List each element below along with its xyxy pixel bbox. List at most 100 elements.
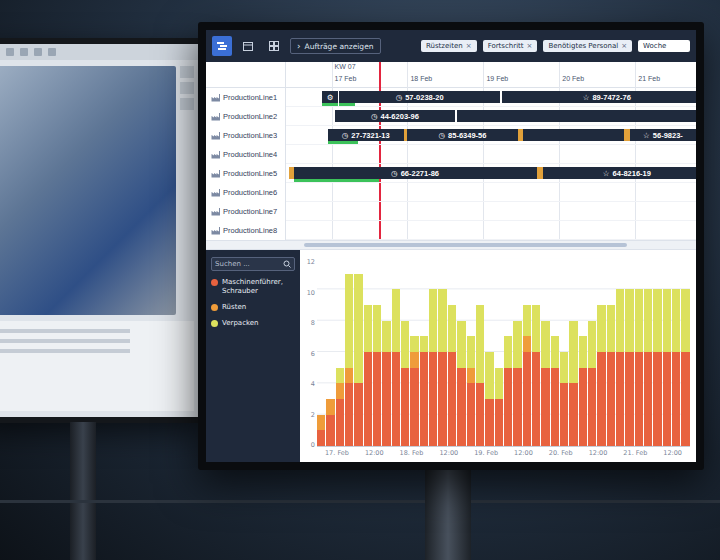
cad-body xyxy=(0,60,200,321)
tool-icon[interactable] xyxy=(48,48,56,56)
legend-item[interactable]: Verpacken xyxy=(211,319,295,328)
stacked-bar[interactable] xyxy=(485,258,493,446)
setup-block[interactable] xyxy=(289,167,294,179)
stacked-bar[interactable] xyxy=(345,258,353,446)
stacked-bar[interactable] xyxy=(579,258,587,446)
remove-icon[interactable]: × xyxy=(621,42,627,50)
stacked-bar[interactable] xyxy=(523,258,531,446)
stacked-bar[interactable] xyxy=(513,258,521,446)
stacked-bar[interactable] xyxy=(392,258,400,446)
legend-item[interactable]: Maschinenführer, Schrauber xyxy=(211,278,295,296)
stacked-bar[interactable] xyxy=(336,258,344,446)
line-name-row[interactable]: ProductionLine3 xyxy=(206,126,285,145)
tool-icon[interactable] xyxy=(20,48,28,56)
stacked-bar[interactable] xyxy=(541,258,549,446)
stacked-bar[interactable] xyxy=(373,258,381,446)
stacked-bar[interactable] xyxy=(663,258,671,446)
show-orders-button[interactable]: ›Aufträge anzeigen xyxy=(290,38,381,54)
stacked-bar[interactable] xyxy=(681,258,689,446)
stacked-bar[interactable] xyxy=(410,258,418,446)
stacked-bar[interactable] xyxy=(569,258,577,446)
stacked-bar[interactable] xyxy=(467,258,475,446)
stacked-bar[interactable] xyxy=(429,258,437,446)
order-bar[interactable] xyxy=(523,129,624,141)
tool-icon[interactable] xyxy=(180,66,194,78)
order-bar[interactable]: ◷66-2271-86 xyxy=(294,167,537,179)
stacked-bar[interactable] xyxy=(495,258,503,446)
filter-chip[interactable]: Fortschritt× xyxy=(483,40,538,52)
scroll-thumb[interactable] xyxy=(304,243,627,247)
stacked-bar[interactable] xyxy=(317,258,325,446)
stacked-bar[interactable] xyxy=(625,258,633,446)
filter-chip[interactable]: Rüstzeiten× xyxy=(421,40,477,52)
bar-segment xyxy=(504,336,512,367)
range-select[interactable]: Woche xyxy=(638,40,690,52)
bar-segment xyxy=(597,352,605,446)
stacked-bar[interactable] xyxy=(448,258,456,446)
bar-segment xyxy=(485,399,493,446)
search-input[interactable] xyxy=(215,260,280,268)
stacked-bar[interactable] xyxy=(597,258,605,446)
order-bar[interactable]: ◷85-6349-56 xyxy=(407,129,517,141)
order-bar[interactable]: ◷44-6203-96 xyxy=(335,110,454,122)
view-button[interactable] xyxy=(264,36,284,56)
bar-segment xyxy=(326,415,334,446)
stacked-bar[interactable] xyxy=(354,258,362,446)
order-bar[interactable]: ◷27-7321-13 xyxy=(328,129,404,141)
timeline[interactable]: KW 0717 Feb18 Feb19 Feb20 Feb21 Feb⚙◷57-… xyxy=(286,62,696,240)
setup-block[interactable] xyxy=(537,167,543,179)
stacked-bar[interactable] xyxy=(457,258,465,446)
stacked-bar[interactable] xyxy=(420,258,428,446)
stacked-bar[interactable] xyxy=(560,258,568,446)
stacked-bar[interactable] xyxy=(588,258,596,446)
order-bar[interactable] xyxy=(457,110,696,122)
order-bar[interactable]: ☆89-7472-76 xyxy=(502,91,696,103)
view-button[interactable] xyxy=(238,36,258,56)
range-value: Woche xyxy=(643,42,666,50)
stacked-bar[interactable] xyxy=(532,258,540,446)
order-bar[interactable]: ⚙ xyxy=(322,91,337,103)
line-name-row[interactable]: ProductionLine6 xyxy=(206,183,285,202)
stacked-bar[interactable] xyxy=(653,258,661,446)
stacked-bar[interactable] xyxy=(326,258,334,446)
stacked-bar[interactable] xyxy=(644,258,652,446)
stacked-bar[interactable] xyxy=(607,258,615,446)
line-name-row[interactable]: ProductionLine4 xyxy=(206,145,285,164)
remove-icon[interactable]: × xyxy=(527,42,533,50)
stacked-bar[interactable] xyxy=(438,258,446,446)
setup-block[interactable] xyxy=(624,129,630,141)
cad-screen xyxy=(0,44,200,417)
stacked-bar[interactable] xyxy=(476,258,484,446)
order-bar[interactable]: ☆56-9823- xyxy=(630,129,696,141)
order-bar[interactable]: ☆64-8216-19 xyxy=(543,167,696,179)
bar-segment xyxy=(532,305,540,352)
tool-icon[interactable] xyxy=(180,82,194,94)
tool-icon[interactable] xyxy=(6,48,14,56)
stacked-bar[interactable] xyxy=(364,258,372,446)
search-field[interactable] xyxy=(211,257,295,271)
setup-block[interactable] xyxy=(404,129,408,141)
stacked-bar[interactable] xyxy=(401,258,409,446)
stacked-bar[interactable] xyxy=(382,258,390,446)
view-button[interactable] xyxy=(212,36,232,56)
line-name-row[interactable]: ProductionLine5 xyxy=(206,164,285,183)
panel-line xyxy=(0,329,130,333)
remove-icon[interactable]: × xyxy=(466,42,472,50)
line-name-row[interactable]: ProductionLine7 xyxy=(206,202,285,221)
setup-block[interactable] xyxy=(518,129,523,141)
line-name-row[interactable]: ProductionLine8 xyxy=(206,221,285,240)
legend-item[interactable]: Rüsten xyxy=(211,303,295,312)
stacked-bar[interactable] xyxy=(635,258,643,446)
stacked-bar[interactable] xyxy=(616,258,624,446)
tool-icon[interactable] xyxy=(180,98,194,110)
order-bar[interactable]: ◷57-0238-20 xyxy=(339,91,500,103)
line-name-row[interactable]: ProductionLine1 xyxy=(206,88,285,107)
stacked-bar[interactable] xyxy=(551,258,559,446)
filter-chip[interactable]: Benötigtes Personal× xyxy=(543,40,632,52)
stacked-bar[interactable] xyxy=(504,258,512,446)
stacked-bar[interactable] xyxy=(672,258,680,446)
bar-segment xyxy=(616,289,624,352)
line-name-row[interactable]: ProductionLine2 xyxy=(206,107,285,126)
gantt-scrollbar[interactable] xyxy=(206,240,696,250)
tool-icon[interactable] xyxy=(34,48,42,56)
